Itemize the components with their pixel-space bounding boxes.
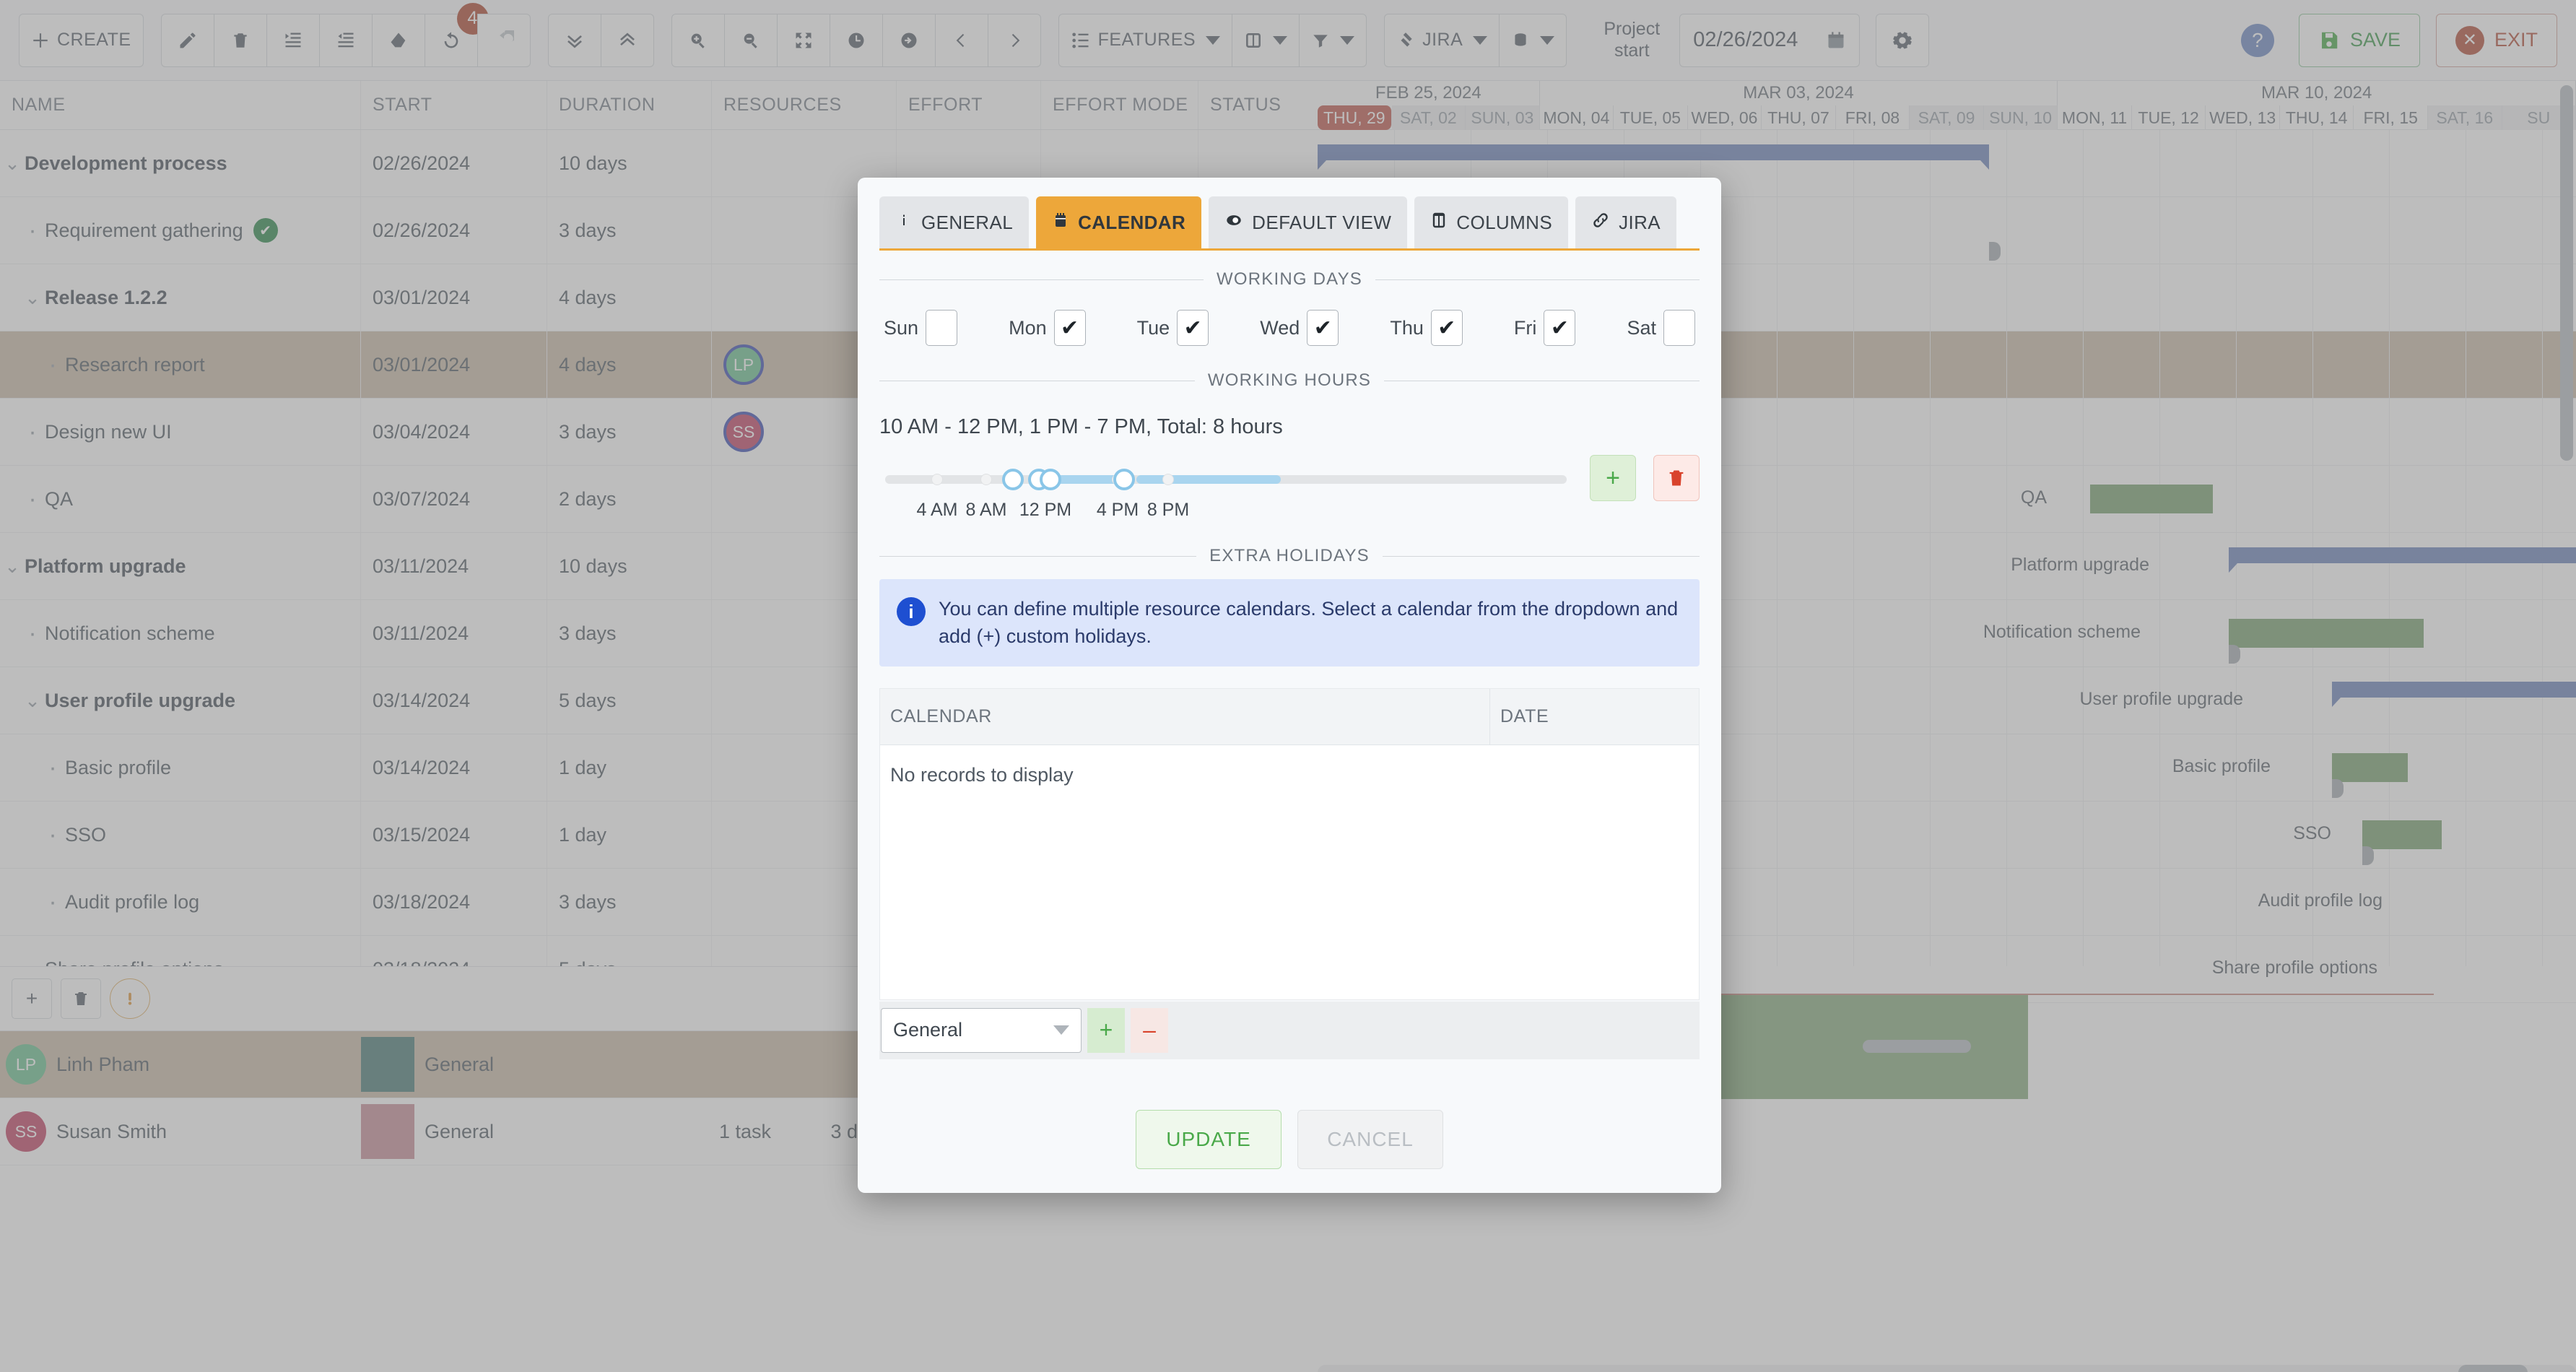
- working-day-checkbox[interactable]: [1663, 310, 1695, 346]
- working-day-checkbox[interactable]: ✔: [1177, 310, 1209, 346]
- cancel-button[interactable]: CANCEL: [1297, 1109, 1443, 1169]
- working-day-thu: Thu ✔: [1390, 310, 1463, 346]
- delete-working-hours-button[interactable]: [1653, 455, 1700, 501]
- working-day-mon: Mon ✔: [1009, 310, 1086, 346]
- working-day-checkbox[interactable]: ✔: [1307, 310, 1339, 346]
- slider-tick-label: 8 PM: [1146, 500, 1190, 520]
- holidays-column-date[interactable]: DATE: [1490, 689, 1699, 744]
- working-day-label: Thu: [1390, 316, 1424, 339]
- working-day-sat: Sat: [1627, 310, 1695, 346]
- holidays-table: CALENDAR DATE No records to display: [879, 687, 1700, 1000]
- working-days-title: WORKING DAYS: [1217, 269, 1362, 289]
- calendar-icon: [1052, 212, 1069, 234]
- working-day-label: Sat: [1627, 316, 1656, 339]
- tab-general[interactable]: GENERAL: [879, 196, 1030, 248]
- working-day-checkbox[interactable]: ✔: [1544, 310, 1576, 346]
- working-hours-title: WORKING HOURS: [1207, 370, 1372, 390]
- extra-holidays-title: EXTRA HOLIDAYS: [1209, 546, 1370, 565]
- working-days-row: Sun Mon ✔ Tue ✔ Wed ✔ Thu ✔ Fri ✔ Sat: [879, 310, 1700, 346]
- working-hours-summary: 10 AM - 12 PM, 1 PM - 7 PM, Total: 8 hou…: [879, 415, 1283, 438]
- info-banner-text: You can define multiple resource calenda…: [939, 598, 1679, 648]
- calendar-picker-row: General + –: [879, 1001, 1700, 1059]
- trash-icon: [1669, 470, 1684, 486]
- working-day-checkbox[interactable]: [926, 310, 958, 346]
- working-day-label: Fri: [1513, 316, 1537, 339]
- add-calendar-button[interactable]: +: [1087, 1007, 1125, 1053]
- remove-calendar-button[interactable]: –: [1131, 1007, 1168, 1053]
- slider-tick-4am: [931, 474, 943, 485]
- working-days-divider: WORKING DAYS: [879, 269, 1700, 290]
- tab-label: GENERAL: [921, 211, 1014, 233]
- slider-tick-8am: [980, 474, 992, 485]
- tab-label: COLUMNS: [1456, 211, 1553, 233]
- dialog-footer: UPDATE CANCEL: [879, 1109, 1700, 1169]
- project-settings-dialog: GENERAL CALENDAR DEFAULT VIEW COLUMNS JIRA W…: [858, 178, 1721, 1193]
- slider-handle-start-2[interactable]: [1040, 469, 1061, 490]
- working-day-sun: Sun: [884, 310, 958, 346]
- tab-jira[interactable]: JIRA: [1575, 196, 1677, 248]
- working-day-label: Wed: [1260, 316, 1300, 339]
- slider-tick-8pm: [1162, 474, 1174, 485]
- working-day-checkbox[interactable]: ✔: [1430, 310, 1463, 346]
- slider-handle-start-1[interactable]: [1002, 469, 1024, 490]
- slider-tick-label: 12 PM: [1019, 500, 1072, 520]
- holidays-table-header: CALENDAR DATE: [880, 688, 1699, 745]
- tab-label: JIRA: [1619, 211, 1661, 233]
- working-day-label: Tue: [1136, 316, 1170, 339]
- calendar-select-value: General: [893, 1019, 963, 1041]
- working-hours-slider[interactable]: 4 AM 8 AM 12 PM 4 PM 8 PM: [879, 455, 1572, 521]
- slider-handle-end-2[interactable]: [1113, 469, 1135, 490]
- working-day-checkbox[interactable]: ✔: [1053, 310, 1086, 346]
- working-hours-divider: WORKING HOURS: [879, 370, 1700, 391]
- tab-default-view[interactable]: DEFAULT VIEW: [1209, 196, 1408, 248]
- tab-label: CALENDAR: [1078, 211, 1186, 233]
- holidays-empty-message: No records to display: [890, 763, 1074, 786]
- working-day-tue: Tue ✔: [1137, 310, 1209, 346]
- slider-tick-label: 4 PM: [1096, 500, 1139, 520]
- slider-tick-label: 4 AM: [916, 500, 958, 520]
- add-working-hours-button[interactable]: +: [1590, 455, 1636, 501]
- working-hours-slider-row: 4 AM 8 AM 12 PM 4 PM 8 PM +: [879, 455, 1700, 521]
- info-icon: i: [897, 597, 926, 626]
- update-button[interactable]: UPDATE: [1136, 1109, 1282, 1169]
- slider-range-afternoon: [1136, 475, 1281, 484]
- working-day-label: Mon: [1009, 316, 1047, 339]
- tab-label: DEFAULT VIEW: [1252, 211, 1392, 233]
- link-icon: [1591, 211, 1610, 235]
- settings-tab-bar: GENERAL CALENDAR DEFAULT VIEW COLUMNS JIRA: [879, 196, 1700, 251]
- extra-holidays-divider: EXTRA HOLIDAYS: [879, 546, 1700, 566]
- tab-columns[interactable]: COLUMNS: [1414, 196, 1569, 248]
- working-day-fri: Fri ✔: [1513, 310, 1576, 346]
- calendar-select[interactable]: General: [881, 1007, 1082, 1053]
- tab-calendar[interactable]: CALENDAR: [1036, 196, 1202, 248]
- working-day-wed: Wed ✔: [1260, 310, 1339, 346]
- chevron-down-icon: [1053, 1025, 1069, 1035]
- eye-icon: [1224, 211, 1243, 235]
- slider-tick-label: 8 AM: [965, 500, 1007, 520]
- working-day-label: Sun: [884, 316, 919, 339]
- holidays-column-calendar[interactable]: CALENDAR: [880, 688, 1490, 744]
- info-banner: i You can define multiple resource calen…: [879, 579, 1700, 667]
- info-icon: [895, 212, 913, 234]
- columns-icon: [1430, 212, 1448, 234]
